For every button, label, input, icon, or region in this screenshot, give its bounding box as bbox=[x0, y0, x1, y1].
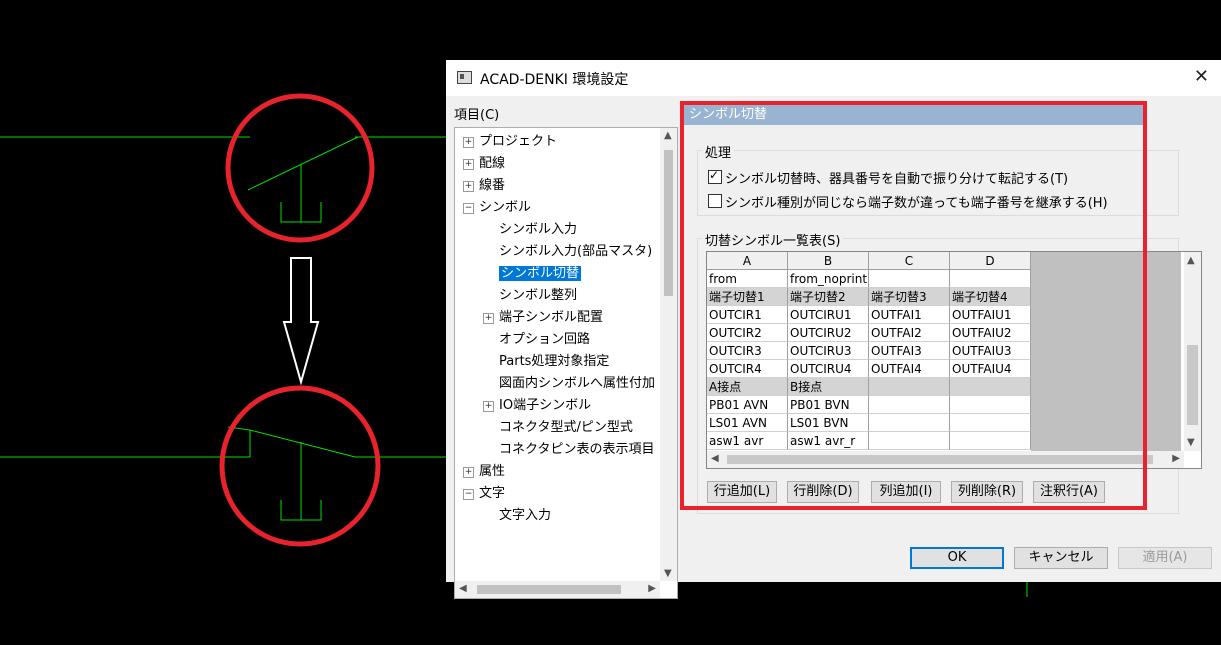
tree-item[interactable]: コネクタピン表の表示項目 bbox=[499, 440, 654, 460]
tree-item[interactable]: 線番 bbox=[479, 176, 505, 196]
tree-item[interactable]: オプション回路 bbox=[499, 330, 590, 350]
cancel-button[interactable]: キャンセル bbox=[1014, 547, 1108, 569]
tree-item-label: Parts処理対象指定 bbox=[499, 354, 610, 369]
tree-item-label: 文字 bbox=[479, 486, 506, 501]
scroll-down-icon[interactable]: ▼ bbox=[664, 568, 672, 579]
tree-item[interactable]: 文字入力 bbox=[499, 506, 551, 526]
tree-item[interactable]: シンボル入力 bbox=[499, 220, 577, 240]
tree-vertical-scrollbar[interactable]: ▲ ▼ bbox=[660, 128, 677, 581]
tree-item-label: オプション回路 bbox=[499, 332, 591, 347]
tree-item[interactable]: 配線 bbox=[479, 154, 505, 174]
close-icon[interactable]: ✕ bbox=[1194, 66, 1209, 87]
cad-symbol-before bbox=[0, 93, 446, 243]
grid-scroll-thumb[interactable] bbox=[1187, 345, 1198, 425]
cad-symbol-after bbox=[0, 385, 446, 547]
ok-button[interactable]: OK bbox=[910, 547, 1004, 569]
tree-item[interactable]: IO端子シンボル bbox=[499, 396, 591, 416]
window-title: ACAD-DENKI 環境設定 bbox=[480, 72, 629, 88]
tree-item[interactable]: Parts処理対象指定 bbox=[499, 352, 609, 372]
tree-item-label: コネクタピン表の表示項目 bbox=[499, 442, 655, 457]
tree-item-label: IO端子シンボル bbox=[499, 398, 592, 413]
tree-item-label: 配線 bbox=[479, 156, 506, 171]
grid-scroll-right-icon[interactable]: ▶ bbox=[1172, 453, 1180, 464]
highlight-box bbox=[680, 101, 1147, 510]
tree-expander-icon[interactable]: + bbox=[483, 401, 494, 412]
scroll-left-icon[interactable]: ◀ bbox=[459, 583, 467, 594]
grid-scroll-up-icon[interactable]: ▲ bbox=[1187, 255, 1195, 266]
tree-item-label: シンボル切替 bbox=[499, 266, 582, 281]
tree-item[interactable]: 属性 bbox=[479, 462, 505, 482]
tree-item[interactable]: シンボル入力(部品マスタ) bbox=[499, 242, 652, 262]
tree-expander-icon[interactable]: − bbox=[463, 203, 474, 214]
highlight-circle-top bbox=[225, 93, 375, 243]
grid-vertical-scrollbar[interactable]: ▲ ▼ bbox=[1184, 252, 1201, 451]
tree-item[interactable]: シンボル bbox=[479, 198, 531, 218]
tree-item[interactable]: シンボル切替 bbox=[499, 264, 582, 284]
scroll-right-icon[interactable]: ▶ bbox=[648, 583, 656, 594]
tree-expander-icon[interactable]: + bbox=[463, 159, 474, 170]
tree-label: 項目(C) bbox=[454, 108, 500, 123]
tree-expander-icon[interactable]: + bbox=[463, 467, 474, 478]
grid-scroll-down-icon[interactable]: ▼ bbox=[1187, 437, 1195, 448]
tree-item-label: プロジェクト bbox=[479, 134, 558, 149]
tree-item[interactable]: シンボル整列 bbox=[499, 286, 577, 306]
tree-scroll-thumb[interactable] bbox=[664, 150, 673, 296]
tree-item-label: 図面内シンボルへ属性付加 bbox=[499, 376, 656, 391]
tree-expander-icon[interactable]: + bbox=[463, 181, 474, 192]
tree-item-label: 線番 bbox=[479, 178, 506, 193]
apply-button[interactable]: 適用(A) bbox=[1118, 547, 1212, 569]
down-arrow bbox=[282, 257, 320, 386]
tree-item[interactable]: 端子シンボル配置 bbox=[499, 308, 603, 328]
tree-item[interactable]: プロジェクト bbox=[479, 132, 557, 152]
tree-item-label: 文字入力 bbox=[499, 508, 552, 523]
app-icon bbox=[457, 71, 472, 84]
tree-item-label: シンボル入力 bbox=[499, 222, 578, 237]
tree-hscroll-thumb[interactable] bbox=[477, 585, 621, 594]
tree-horizontal-scrollbar[interactable]: ◀ ▶ bbox=[455, 581, 660, 598]
highlight-circle-bottom bbox=[219, 385, 381, 547]
tree-item[interactable]: 図面内シンボルへ属性付加 bbox=[499, 374, 655, 394]
tree-item-label: シンボル bbox=[479, 200, 532, 215]
tree-item[interactable]: 文字 bbox=[479, 484, 505, 504]
scroll-up-icon[interactable]: ▲ bbox=[664, 130, 672, 141]
tree-expander-icon[interactable]: + bbox=[483, 313, 494, 324]
title-bar: ACAD-DENKI 環境設定 ✕ bbox=[446, 60, 1221, 96]
tree-expander-icon[interactable]: + bbox=[463, 137, 474, 148]
tree-item-label: 端子シンボル配置 bbox=[499, 310, 604, 325]
tree-item-label: 属性 bbox=[479, 464, 506, 479]
tree-item-label: シンボル整列 bbox=[499, 288, 578, 303]
tree-item-label: シンボル入力(部品マスタ) bbox=[499, 244, 653, 259]
tree-item-label: コネクタ型式/ピン型式 bbox=[499, 420, 633, 435]
tree-item[interactable]: コネクタ型式/ピン型式 bbox=[499, 418, 633, 438]
tree-expander-icon[interactable]: − bbox=[463, 489, 474, 500]
settings-tree[interactable]: + プロジェクト + 配線 + 線番 − シンボル シンボル入力 シンボル入力(部品マスタ) シンボ… bbox=[454, 127, 678, 599]
